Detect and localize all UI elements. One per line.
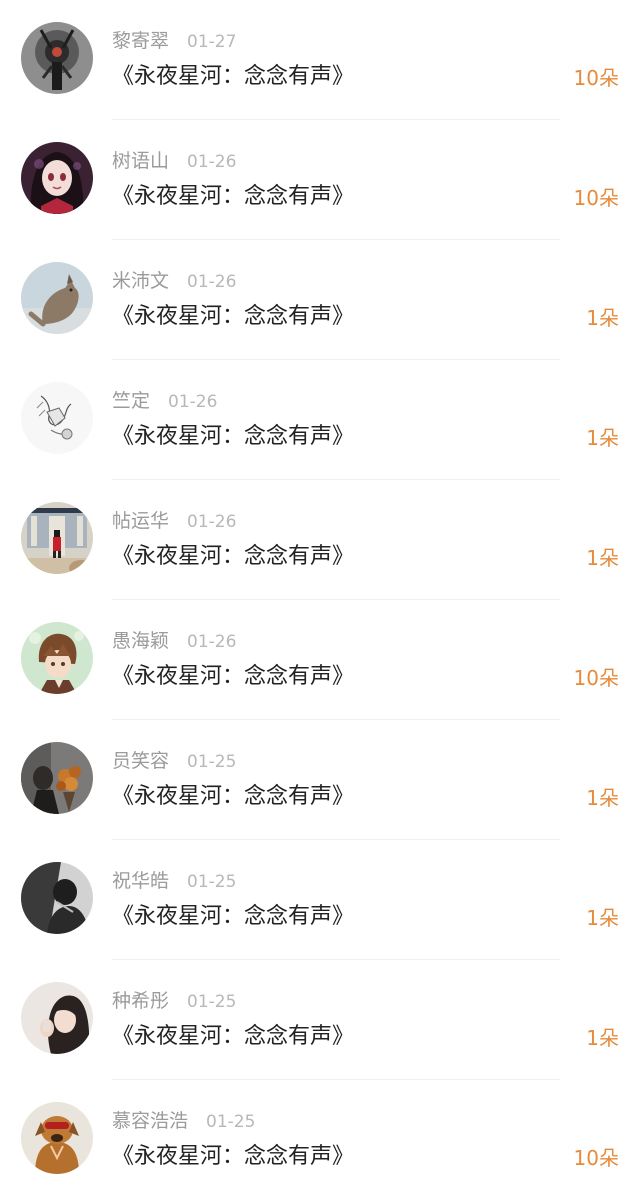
dark-art-avatar-icon	[21, 22, 93, 94]
gift-amount: 1朵	[586, 546, 619, 570]
record-date: 01-26	[187, 512, 237, 532]
user-avatar[interactable]	[21, 982, 93, 1054]
record-meta: 竺定 01-26	[112, 388, 217, 414]
record-date: 01-26	[187, 632, 237, 652]
gift-amount: 10朵	[573, 666, 619, 690]
list-item[interactable]: 树语山 01-26 《永夜星河：念念有声》 10朵	[0, 120, 640, 240]
record-meta: 帖运华 01-26	[112, 508, 236, 534]
list-item[interactable]: 祝华皓 01-25 《永夜星河：念念有声》 1朵	[0, 840, 640, 960]
record-meta: 黎寄翠 01-27	[112, 28, 236, 54]
gift-amount: 1朵	[586, 426, 619, 450]
record-meta: 米沛文 01-26	[112, 268, 236, 294]
mono-person-avatar-icon	[21, 862, 93, 934]
gift-amount: 1朵	[586, 786, 619, 810]
work-title[interactable]: 《永夜星河：念念有声》	[112, 182, 354, 212]
user-avatar[interactable]	[21, 742, 93, 814]
user-name[interactable]: 竺定	[112, 390, 150, 412]
user-name[interactable]: 黎寄翠	[112, 30, 169, 52]
sketch-avatar-icon	[21, 382, 93, 454]
work-title[interactable]: 《永夜星河：念念有声》	[112, 302, 354, 332]
user-avatar[interactable]	[21, 1102, 93, 1174]
record-meta: 愚海颖 01-26	[112, 628, 236, 654]
record-meta: 员笑容 01-25	[112, 748, 236, 774]
gift-amount: 1朵	[586, 906, 619, 930]
gift-amount: 10朵	[573, 186, 619, 210]
record-date: 01-26	[187, 272, 237, 292]
record-date: 01-25	[187, 872, 237, 892]
list-item[interactable]: 米沛文 01-26 《永夜星河：念念有声》 1朵	[0, 240, 640, 360]
record-meta: 慕容浩浩 01-25	[112, 1108, 255, 1134]
list-item[interactable]: 帖运华 01-26 《永夜星河：念念有声》 1朵	[0, 480, 640, 600]
bouquet-avatar-icon	[21, 742, 93, 814]
work-title[interactable]: 《永夜星河：念念有声》	[112, 542, 354, 572]
gift-amount: 10朵	[573, 1146, 619, 1170]
work-title[interactable]: 《永夜星河：念念有声》	[112, 782, 354, 812]
record-date: 01-27	[187, 32, 237, 52]
user-avatar[interactable]	[21, 502, 93, 574]
record-date: 01-25	[187, 992, 237, 1012]
record-meta: 树语山 01-26	[112, 148, 236, 174]
user-name[interactable]: 祝华皓	[112, 870, 169, 892]
user-name[interactable]: 帖运华	[112, 510, 169, 532]
work-title[interactable]: 《永夜星河：念念有声》	[112, 662, 354, 692]
gift-amount: 1朵	[586, 1026, 619, 1050]
record-date: 01-26	[187, 152, 237, 172]
user-avatar[interactable]	[21, 382, 93, 454]
girl-photo-avatar-icon	[21, 982, 93, 1054]
gift-record-list: 黎寄翠 01-27 《永夜星河：念念有声》 10朵 树语山 01-26 《永夜星河：…	[0, 0, 640, 1193]
record-date: 01-25	[206, 1112, 256, 1132]
work-title[interactable]: 《永夜星河：念念有声》	[112, 1022, 354, 1052]
work-title[interactable]: 《永夜星河：念念有声》	[112, 62, 354, 92]
cat-avatar-icon	[21, 262, 93, 334]
record-meta: 种希彤 01-25	[112, 988, 236, 1014]
user-name[interactable]: 树语山	[112, 150, 169, 172]
list-item[interactable]: 种希彤 01-25 《永夜星河：念念有声》 1朵	[0, 960, 640, 1080]
user-name[interactable]: 种希彤	[112, 990, 169, 1012]
work-title[interactable]: 《永夜星河：念念有声》	[112, 902, 354, 932]
list-item[interactable]: 愚海颖 01-26 《永夜星河：念念有声》 10朵	[0, 600, 640, 720]
user-avatar[interactable]	[21, 862, 93, 934]
guard-avatar-icon	[21, 502, 93, 574]
list-item[interactable]: 黎寄翠 01-27 《永夜星河：念念有声》 10朵	[0, 0, 640, 120]
anime-boy-avatar-icon	[21, 622, 93, 694]
user-name[interactable]: 慕容浩浩	[112, 1110, 188, 1132]
gift-amount: 1朵	[586, 306, 619, 330]
user-name[interactable]: 员笑容	[112, 750, 169, 772]
anime-girl-avatar-icon	[21, 142, 93, 214]
dog-avatar-icon	[21, 1102, 93, 1174]
list-item[interactable]: 慕容浩浩 01-25 《永夜星河：念念有声》 10朵	[0, 1080, 640, 1200]
record-date: 01-25	[187, 752, 237, 772]
user-name[interactable]: 愚海颖	[112, 630, 169, 652]
list-item[interactable]: 竺定 01-26 《永夜星河：念念有声》 1朵	[0, 360, 640, 480]
user-name[interactable]: 米沛文	[112, 270, 169, 292]
user-avatar[interactable]	[21, 622, 93, 694]
record-date: 01-26	[168, 392, 218, 412]
user-avatar[interactable]	[21, 142, 93, 214]
gift-amount: 10朵	[573, 66, 619, 90]
user-avatar[interactable]	[21, 262, 93, 334]
record-meta: 祝华皓 01-25	[112, 868, 236, 894]
work-title[interactable]: 《永夜星河：念念有声》	[112, 422, 354, 452]
user-avatar[interactable]	[21, 22, 93, 94]
work-title[interactable]: 《永夜星河：念念有声》	[112, 1142, 354, 1172]
list-item[interactable]: 员笑容 01-25 《永夜星河：念念有声》 1朵	[0, 720, 640, 840]
